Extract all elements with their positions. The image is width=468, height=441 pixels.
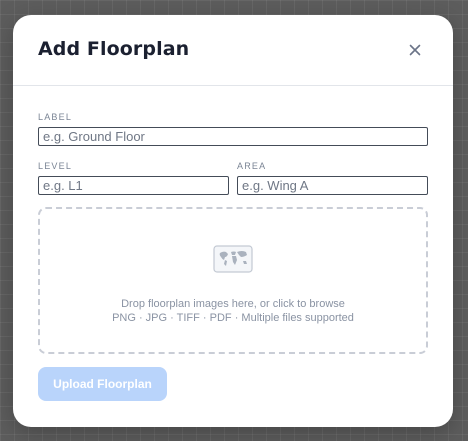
add-floorplan-modal: Add Floorplan LABEL LEVEL AREA Drop floo… — [13, 15, 453, 427]
modal-title: Add Floorplan — [38, 38, 190, 60]
label-input[interactable] — [38, 127, 428, 146]
dropzone-secondary-text: PNG · JPG · TIFF · PDF · Multiple files … — [112, 312, 354, 324]
area-input[interactable] — [237, 176, 428, 195]
close-icon — [409, 44, 421, 56]
level-field-label: LEVEL — [38, 161, 73, 171]
area-field-label: AREA — [237, 161, 267, 171]
close-button[interactable] — [407, 42, 423, 58]
modal-header: Add Floorplan — [13, 15, 453, 86]
world-map-icon — [213, 245, 253, 273]
label-field-label: LABEL — [38, 112, 73, 122]
file-dropzone[interactable]: Drop floorplan images here, or click to … — [38, 207, 428, 354]
upload-floorplan-button[interactable]: Upload Floorplan — [38, 367, 167, 401]
level-input[interactable] — [38, 176, 229, 195]
dropzone-primary-text: Drop floorplan images here, or click to … — [121, 298, 345, 310]
